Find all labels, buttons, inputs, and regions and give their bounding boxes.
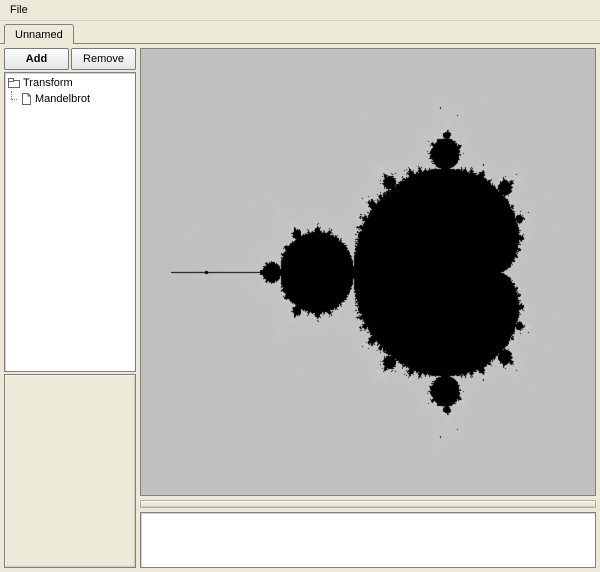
app-window: File Unnamed Add Remove Transform [0,0,600,572]
tree-item-label: Mandelbrot [35,93,90,105]
document-icon [19,92,33,106]
folder-closed-icon [7,76,21,90]
horizontal-splitter[interactable] [140,500,596,508]
remove-button[interactable]: Remove [71,48,136,70]
fractal-viewport[interactable] [140,48,596,496]
tree-item[interactable]: Mandelbrot [7,91,133,107]
mandelbrot-canvas [141,49,595,495]
output-panel[interactable] [140,512,596,568]
main-column [140,48,596,568]
properties-panel [4,374,136,568]
sidebar-button-row: Add Remove [4,48,136,70]
tree-root[interactable]: Transform [7,75,133,91]
transform-tree[interactable]: Transform Mandelbrot [4,72,136,372]
content-area: Add Remove Transform [0,44,600,572]
add-button[interactable]: Add [4,48,69,70]
menu-file[interactable]: File [4,3,34,17]
sidebar: Add Remove Transform [4,48,136,568]
tab-unnamed[interactable]: Unnamed [4,24,74,44]
tab-bar: Unnamed [0,21,600,44]
tree-root-label: Transform [23,77,73,89]
menubar: File [0,0,600,21]
